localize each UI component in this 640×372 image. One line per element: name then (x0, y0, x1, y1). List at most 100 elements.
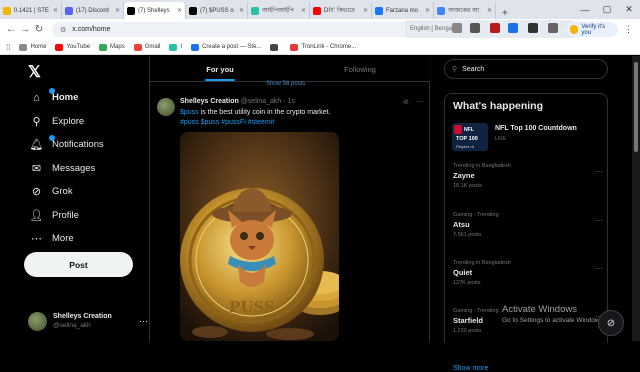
trend-more-icon[interactable]: ⋯ (595, 264, 603, 273)
close-tab-icon[interactable]: ✕ (115, 7, 120, 14)
extension-icon[interactable] (490, 23, 500, 33)
bookmark-item[interactable] (270, 43, 281, 51)
tweet-more-icon[interactable]: ⋯ (417, 99, 424, 106)
tab-title: DIY: কিভাবে (324, 8, 355, 14)
tweet-timestamp[interactable]: · 1s (283, 98, 295, 105)
search-icon: ⚲ (452, 66, 458, 73)
account-switcher[interactable]: Shelleys Creation @selina_akh ⋯ (28, 309, 148, 333)
close-tab-icon[interactable]: ✕ (239, 7, 244, 14)
sidebar-item-notifications[interactable]: 🔔︎ Notifications (30, 133, 104, 157)
close-tab-icon[interactable]: ✕ (363, 7, 368, 14)
hashtag-links[interactable]: #puss $puss #pussFi #steemit (180, 118, 425, 128)
bookmark-favicon-icon (133, 43, 142, 51)
bookmark-favicon-icon (55, 43, 64, 51)
grok-icon[interactable]: ⊘ (403, 99, 409, 106)
page-scrollbar[interactable] (632, 56, 640, 341)
tab-favicon-icon (313, 6, 321, 15)
tab-favicon-icon (251, 6, 259, 15)
bookmark-label: Home (30, 44, 47, 50)
tweet-avatar[interactable] (157, 98, 175, 116)
coin-illustration: PUSS (180, 132, 339, 341)
bookmark-item[interactable]: Create a post — Ste... (191, 43, 261, 51)
browser-tab[interactable]: (17) Discord ✕ (62, 2, 124, 19)
extension-icon[interactable] (508, 23, 518, 33)
browser-tab[interactable]: (7) Shelleys ✕ (124, 2, 186, 19)
bookmark-item[interactable]: I (169, 43, 182, 51)
url-field[interactable]: ⚙ x.com/home (52, 22, 420, 37)
browser-tab[interactable]: DIY: কিভাবে ✕ (310, 2, 372, 19)
forward-icon[interactable]: → (18, 24, 32, 35)
scrollbar-thumb[interactable] (634, 62, 638, 152)
bookmark-item[interactable]: Home (19, 43, 47, 51)
grok-floating-button[interactable]: ⊘ (598, 310, 624, 336)
sidebar-item-grok[interactable]: ⊘ Grok (30, 180, 104, 204)
verify-identity-button[interactable]: Verify it's you (566, 22, 618, 37)
extension-icon[interactable] (452, 23, 462, 33)
nfl-thumbnail[interactable]: NFL TOP 100 Players of (452, 123, 488, 151)
bookmark-item[interactable]: TronLink - Chrome... (290, 43, 356, 51)
trend-more-icon[interactable]: ⋯ (595, 167, 603, 176)
watermark-subtitle: Go to Settings to activate Windows. (502, 317, 605, 324)
browser-tab[interactable]: (7) $PUSS o ✕ (186, 2, 248, 19)
tweet-image[interactable]: PUSS (180, 132, 339, 341)
bookmark-item[interactable]: Gmail (133, 43, 160, 51)
tab-favicon-icon (189, 6, 197, 15)
close-tab-icon[interactable]: ✕ (301, 7, 306, 14)
trend-context: Trending in Bangladesh (453, 163, 511, 169)
extension-icon[interactable] (470, 23, 480, 33)
site-info-icon[interactable]: ⚙ (60, 26, 66, 34)
close-tab-icon[interactable]: ✕ (53, 7, 58, 14)
download-icon[interactable] (548, 23, 558, 33)
cashtag-link[interactable]: $puss (180, 109, 199, 116)
bookmark-item[interactable]: Maps (99, 43, 125, 51)
featured-trend-title[interactable]: NFL Top 100 Countdown (495, 125, 577, 132)
close-window-icon[interactable]: ✕ (618, 4, 640, 15)
bookmark-item[interactable]: YouTube (55, 43, 90, 51)
browser-tab[interactable]: আইপিআইপি ✕ (248, 2, 310, 19)
trend-more-icon[interactable]: ⋯ (595, 216, 603, 225)
tweet-author-handle[interactable]: @selina_akh (241, 98, 282, 105)
trend-item[interactable]: Gaming · Trending Atsu 7,561 posts ⋯ (453, 212, 603, 238)
tab-favicon-icon (127, 6, 135, 15)
trend-name: Quiet (453, 268, 473, 277)
close-tab-icon[interactable]: ✕ (487, 7, 492, 14)
browser-tab[interactable]: Farzana mo ✕ (372, 2, 434, 19)
show-more-link[interactable]: Show more (453, 365, 488, 372)
maximize-icon[interactable]: ▢ (596, 4, 618, 15)
extension-icon[interactable] (528, 23, 538, 33)
sidebar-item-profile[interactable]: 👤︎ Profile (30, 204, 104, 228)
sidebar-item-more[interactable]: ⋯ More (30, 227, 104, 251)
tab-favicon-icon (3, 6, 11, 15)
tab-title: 0.1421 | STE (14, 7, 49, 14)
browser-tab[interactable]: আজকের আ ✕ (434, 2, 496, 19)
search-input[interactable]: ⚲ Search (444, 59, 608, 79)
grok-icon: ⊘ (606, 317, 616, 329)
watermark-title: Activate Windows (502, 304, 577, 315)
more-options-icon[interactable]: ⋯ (139, 316, 148, 327)
featured-trend-status: LIVE (495, 136, 506, 142)
post-button[interactable]: Post (24, 252, 133, 277)
tab-title: আজকের আ (448, 8, 479, 14)
reload-icon[interactable]: ↻ (32, 24, 46, 35)
close-tab-icon[interactable]: ✕ (177, 7, 182, 14)
minimize-icon[interactable]: — (574, 5, 596, 15)
browser-tab[interactable]: 0.1421 | STE ✕ (0, 2, 62, 19)
search-icon: ⚲ (32, 115, 41, 128)
tab-for-you[interactable]: For you (150, 56, 290, 81)
tweet-author-name[interactable]: Shelleys Creation (180, 98, 239, 105)
trend-item[interactable]: Trending in Bangladesh Quiet 127K posts ⋯ (453, 260, 603, 286)
browser-menu-icon[interactable]: ⋮ (624, 24, 633, 35)
sidebar-item-home[interactable]: ⌂ Home (30, 86, 104, 110)
show-new-posts-link[interactable]: Show 56 posts (266, 81, 305, 87)
close-tab-icon[interactable]: ✕ (425, 7, 430, 14)
x-logo-icon[interactable]: 𝕏 (28, 62, 41, 82)
trend-item[interactable]: Trending in Bangladesh Zayne 18.1K posts ⋯ (453, 163, 603, 189)
new-tab-button[interactable]: + (496, 8, 514, 19)
sidebar-item-explore[interactable]: ⚲ Explore (30, 110, 104, 134)
sidebar-item-messages[interactable]: ✉ Messages (30, 157, 104, 181)
back-icon[interactable]: ← (4, 24, 18, 35)
bell-icon: 🔔︎ (29, 139, 44, 152)
tab-favicon-icon (65, 6, 73, 15)
apps-grid-icon[interactable]: ⁞⁞ (6, 43, 10, 52)
tab-following[interactable]: Following (290, 56, 430, 81)
